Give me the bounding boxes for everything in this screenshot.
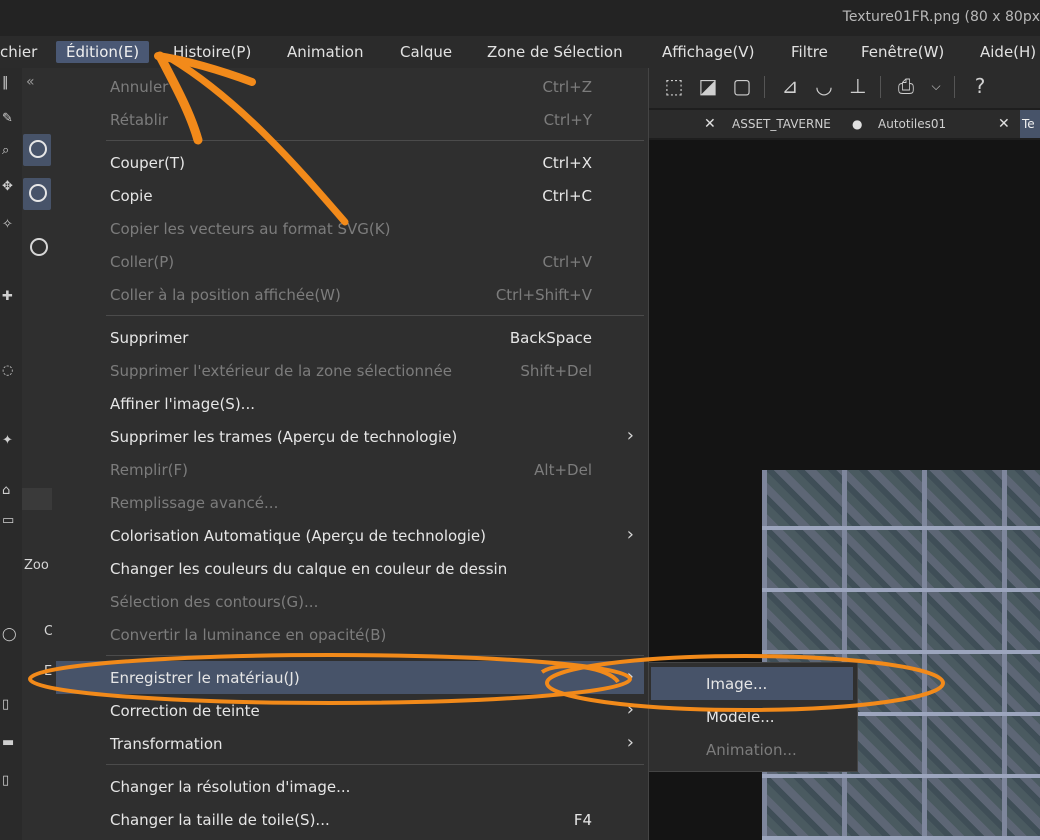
command-toolbar: ⬚ ◪ ▢ ⊿ ◡ ⊥ ⎙ ⌵ ? bbox=[648, 68, 1040, 108]
magnifier-icon[interactable] bbox=[30, 238, 48, 256]
chevron-right-icon: › bbox=[626, 524, 634, 545]
zoom-out-button[interactable] bbox=[23, 178, 51, 210]
magnifier-icon bbox=[29, 184, 47, 202]
menu-item-affiner[interactable]: Affiner l'image(S)... bbox=[56, 387, 644, 420]
zoom-in-button[interactable] bbox=[23, 134, 51, 166]
materiau-submenu: Image... Modèle... Animation... bbox=[648, 662, 858, 772]
menu-item-copie[interactable]: Copie Ctrl+C bbox=[56, 179, 644, 212]
menu-separator bbox=[106, 655, 644, 656]
rect-tool-icon[interactable]: ▯ bbox=[2, 698, 16, 712]
brush-icon[interactable]: ◡ bbox=[812, 74, 836, 98]
chevron-right-icon: › bbox=[626, 699, 634, 720]
close-icon[interactable]: ✕ bbox=[998, 116, 1010, 132]
window-title: Texture01FR.png (80 x 80px bbox=[842, 9, 1040, 25]
transform-tool-icon[interactable]: ✧ bbox=[2, 218, 16, 232]
menu-item-couper[interactable]: Couper(T) Ctrl+X bbox=[56, 146, 644, 179]
zoom-label: Zoo bbox=[24, 558, 49, 573]
menu-separator bbox=[106, 140, 644, 141]
frame-tool-icon[interactable]: ▭ bbox=[2, 514, 16, 528]
menu-item-copier-svg[interactable]: Copier les vecteurs au format SVG(K) bbox=[56, 212, 644, 245]
pen-tool-icon[interactable]: ✎ bbox=[2, 112, 16, 126]
menu-fichier[interactable]: chier bbox=[0, 41, 37, 63]
menu-item-changer-couleurs[interactable]: Changer les couleurs du calque en couleu… bbox=[56, 552, 644, 585]
menu-item-resolution[interactable]: Changer la résolution d'image... bbox=[56, 770, 644, 803]
title-bar: Texture01FR.png (80 x 80px bbox=[0, 0, 1040, 36]
modified-dot-icon: ● bbox=[852, 117, 863, 131]
circle-tool-icon[interactable]: ◯ bbox=[2, 628, 17, 642]
tab-active[interactable]: Te bbox=[1020, 110, 1040, 138]
lasso-tool-icon[interactable]: ◌ bbox=[2, 364, 16, 378]
ruler-icon[interactable]: ⊿ bbox=[778, 74, 802, 98]
export-icon[interactable]: ⎙ bbox=[894, 74, 918, 98]
menu-affichage[interactable]: Affichage(V) bbox=[662, 41, 754, 63]
menu-bar: chier Édition(E) Histoire(P) Animation C… bbox=[0, 36, 1040, 68]
selection-icon[interactable]: ⬚ bbox=[662, 74, 686, 98]
frame-icon[interactable]: ▢ bbox=[730, 74, 754, 98]
document-tabs: ✕ ASSET_TAVERNE ● Autotiles01 ✕ Te bbox=[648, 110, 1040, 138]
submenu-item-animation[interactable]: Animation... bbox=[651, 733, 853, 766]
menu-item-annuler[interactable]: Annuler Ctrl+Z bbox=[56, 70, 644, 103]
toolbar-divider bbox=[764, 76, 765, 98]
menu-item-selection-contours[interactable]: Sélection des contours(G)... bbox=[56, 585, 644, 618]
sub-tool-panel: « Zoo C E bbox=[22, 68, 53, 840]
menu-histoire[interactable]: Histoire(P) bbox=[173, 41, 251, 63]
magnifier-icon bbox=[29, 140, 47, 158]
menu-filtre[interactable]: Filtre bbox=[791, 41, 828, 63]
tab-asset-taverne[interactable]: ASSET_TAVERNE bbox=[732, 117, 831, 131]
menu-item-supprimer-exterieur[interactable]: Supprimer l'extérieur de la zone sélecti… bbox=[56, 354, 644, 387]
dropdown-icon[interactable]: ⌵ bbox=[924, 74, 948, 98]
wand-tool-icon[interactable]: ✦ bbox=[2, 434, 16, 448]
menu-item-correction-teinte[interactable]: Correction de teinte › bbox=[56, 694, 644, 727]
tool-strip: ‖ ✎ ⌕ ✥ ✧ ✚ ◌ ✦ ⌂ ▭ ◯ ▯ ▬ ▯ bbox=[0, 68, 22, 840]
menu-item-taille-toile[interactable]: Changer la taille de toile(S)... F4 bbox=[56, 803, 644, 836]
chevron-right-icon: › bbox=[626, 666, 634, 687]
bucket-tool-icon[interactable]: ⌂ bbox=[2, 484, 16, 498]
edit-menu: Annuler Ctrl+Z Rétablir Ctrl+Y Couper(T) Ct… bbox=[52, 68, 649, 840]
submenu-item-modele[interactable]: Modèle... bbox=[651, 700, 853, 733]
menu-zone-selection[interactable]: Zone de Sélection bbox=[487, 41, 623, 63]
toolbar-divider bbox=[954, 76, 955, 98]
menu-item-remplir[interactable]: Remplir(F) Alt+Del bbox=[56, 453, 644, 486]
grip-icon[interactable]: ‖ bbox=[2, 76, 16, 90]
menu-item-luminance-opacite[interactable]: Convertir la luminance en opacité(B) bbox=[56, 618, 644, 651]
collapse-icon[interactable]: « bbox=[26, 74, 35, 90]
menu-item-supprimer[interactable]: Supprimer BackSpace bbox=[56, 321, 644, 354]
perspective-icon[interactable]: ⊥ bbox=[846, 74, 870, 98]
menu-calque[interactable]: Calque bbox=[400, 41, 452, 63]
menu-fenetre[interactable]: Fenêtre(W) bbox=[861, 41, 944, 63]
tab-texture01fr: Te bbox=[1022, 117, 1035, 131]
tab-autotiles01[interactable]: Autotiles01 bbox=[878, 117, 946, 131]
menu-animation[interactable]: Animation bbox=[287, 41, 363, 63]
submenu-item-image[interactable]: Image... bbox=[651, 667, 853, 700]
toolbar-divider bbox=[880, 76, 881, 98]
menu-separator bbox=[106, 764, 644, 765]
text-tool-icon[interactable]: ▯ bbox=[2, 774, 16, 788]
close-icon[interactable]: ✕ bbox=[704, 116, 716, 132]
brick-texture-image bbox=[762, 470, 1040, 840]
cross-tool-icon[interactable]: ✚ bbox=[2, 290, 16, 304]
menu-item-colorisation[interactable]: Colorisation Automatique (Aperçu de tech… bbox=[56, 519, 644, 552]
zoom-tool-icon[interactable]: ⌕ bbox=[2, 144, 16, 158]
fill-icon[interactable]: ◪ bbox=[696, 74, 720, 98]
chevron-right-icon: › bbox=[626, 425, 634, 446]
menu-edition[interactable]: Édition(E) bbox=[56, 41, 150, 63]
menu-item-retablir[interactable]: Rétablir Ctrl+Y bbox=[56, 103, 644, 136]
help-icon[interactable]: ? bbox=[968, 74, 992, 98]
menu-item-coller-position[interactable]: Coller à la position affichée(W) Ctrl+Shi… bbox=[56, 278, 644, 311]
menu-separator bbox=[106, 315, 644, 316]
menu-item-transformation[interactable]: Transformation › bbox=[56, 727, 644, 760]
gradient-tool-icon[interactable]: ▬ bbox=[2, 736, 16, 750]
move-tool-icon[interactable]: ✥ bbox=[2, 180, 16, 194]
panel-e-label: E bbox=[44, 664, 53, 679]
menu-item-supprimer-trames[interactable]: Supprimer les trames (Aperçu de technolo… bbox=[56, 420, 644, 453]
chevron-right-icon: › bbox=[626, 732, 634, 753]
menu-aide[interactable]: Aide(H) bbox=[980, 41, 1036, 63]
menu-item-remplissage-avance[interactable]: Remplissage avancé... bbox=[56, 486, 644, 519]
menu-item-enregistrer-materiau[interactable]: Enregistrer le matériau(J) › bbox=[56, 661, 644, 694]
menu-item-coller[interactable]: Coller(P) Ctrl+V bbox=[56, 245, 644, 278]
panel-divider bbox=[22, 488, 52, 510]
